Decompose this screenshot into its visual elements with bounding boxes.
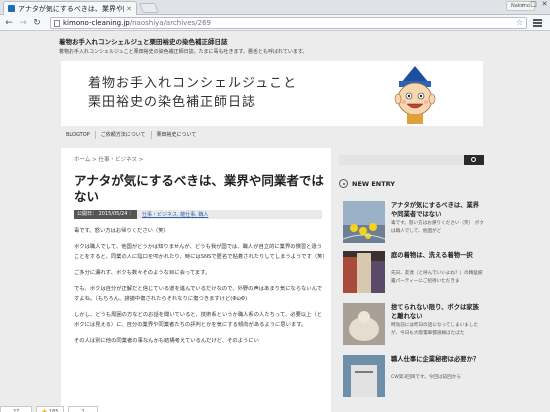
search-icon xyxy=(471,157,476,162)
address-bar[interactable]: kimono-cleaning.jp /naoshiya/archives/26… xyxy=(50,17,527,29)
bookmark-count-button[interactable]: 2 xyxy=(68,406,98,412)
article-paragraph: しかし、どうも周囲の方などのお話を聞いていると、技術系というか職人系の人たちって… xyxy=(74,312,323,328)
entry-excerpt: 時効前には昨日の話になってしまいましたが、今日も大阪電車都道線ばたばた xyxy=(391,323,479,336)
banner-line-1: 着物お手入れコンシェルジュこと xyxy=(88,76,298,91)
tab-bar: アナタが気にするべきは、業界や同業者 ✕ Nakano ‒ □ ✕ xyxy=(0,0,550,15)
entry-thumbnail[interactable] xyxy=(343,201,385,243)
share-count-button[interactable]: 27 xyxy=(0,406,32,412)
search-input[interactable] xyxy=(339,155,464,165)
sidebar: NEW ENTRY アナタが気にするべきは、業界や同業者ではない 毒です。怒い方… xyxy=(339,148,484,412)
like-button[interactable]: 👍 185 xyxy=(36,406,64,412)
mascot-illustration xyxy=(394,66,436,124)
reload-icon[interactable]: ↻ xyxy=(31,17,43,29)
article-paragraph: 毒です。怒い方はお帰りください（笑） xyxy=(74,228,169,234)
entry-title[interactable]: 捨てられない限り、ボクは家族と離れない xyxy=(391,303,485,321)
close-window-icon[interactable]: ✕ xyxy=(538,0,550,10)
article-meta: 公開日： 2015/05/24 ： 仕事・ビジネス, 雑仕事, 職人 xyxy=(74,210,322,219)
article-body: 毒です。怒い方はお帰りください（笑） ボクは職人でして、他国がどうかは知りません… xyxy=(74,226,328,352)
site-favicon-icon xyxy=(8,5,15,12)
new-entry-heading: NEW ENTRY xyxy=(339,179,395,188)
entry-title[interactable]: アナタが気にするべきは、業界や同業者ではない xyxy=(391,201,485,219)
menu-icon[interactable] xyxy=(533,19,542,27)
entry-item[interactable]: 庭の着物は、洗える着物一択 先日、友達（と呼んでいいよね？）の精猛披露パーティー… xyxy=(343,251,484,293)
article-paragraph: ボクは職人でして、他国がどうかは知りませんが、どうも我が国では、職人が自立的に業… xyxy=(74,244,328,260)
new-tab-button[interactable] xyxy=(139,3,159,13)
entry-excerpt: CW第3回目です。今回は前回から xyxy=(391,375,461,380)
entry-title[interactable]: 庭の着物は、洗える着物一択 xyxy=(391,251,485,260)
social-share-bar: 27 👍 185 2 xyxy=(0,406,102,412)
publish-date: 公開日： 2015/05/24 ： xyxy=(74,210,137,219)
article-paragraph: でも、ボクは自分が正解だと信じている道を進んでいるだけなので、外野の声はあまり気… xyxy=(74,286,323,302)
entry-item[interactable]: アナタが気にするべきは、業界や同業者ではない 毒です。怒い方はお帰りください（笑… xyxy=(343,201,484,243)
banner-line-2: 栗田裕史の染色補正師日誌 xyxy=(88,95,257,110)
bullet-circle-icon xyxy=(339,179,348,188)
breadcrumb[interactable]: ホーム > 仕事・ビジネス > xyxy=(74,155,143,163)
entry-title[interactable]: 職人仕事に企業秘密は必要か？ xyxy=(391,355,485,364)
url-path: /naoshiya/archives/269 xyxy=(129,19,211,27)
page-icon xyxy=(54,19,60,27)
article-panel: ホーム > 仕事・ビジネス > アナタが気にするべきは、業界や同業者ではない 公… xyxy=(61,148,331,412)
article-title: アナタが気にするべきは、業界や同業者ではない xyxy=(74,173,324,204)
bookmark-star-icon[interactable]: ☆ xyxy=(516,18,523,28)
nav-item-request[interactable]: ご依頼方法について xyxy=(96,131,152,139)
nav-item-about[interactable]: 栗田裕史について xyxy=(152,131,202,139)
category-links[interactable]: 仕事・ビジネス, 雑仕事, 職人 xyxy=(142,211,208,218)
tab-title: アナタが気にするべきは、業界や同業者 xyxy=(18,4,124,13)
entry-item[interactable]: 捨てられない限り、ボクは家族と離れない 時効前には昨日の話になってしまいましたが… xyxy=(343,303,484,345)
site-title[interactable]: 着物お手入れコンシェルジュと栗田裕史の染色補正師日誌 xyxy=(59,36,228,46)
close-tab-icon[interactable]: ✕ xyxy=(126,5,132,13)
header-banner[interactable]: 着物お手入れコンシェルジュこと 栗田裕史の染色補正師日誌 xyxy=(61,61,483,126)
article-paragraph: ご多分に漏れず、ボクも数々そのような目に会ってます。 xyxy=(74,270,211,276)
global-nav: BLOGTOP ご依頼方法について 栗田裕史について xyxy=(61,128,483,142)
back-icon[interactable]: ← xyxy=(3,17,15,29)
nav-item-blogtop[interactable]: BLOGTOP xyxy=(61,131,96,139)
browser-toolbar: ← → ↻ kimono-cleaning.jp /naoshiya/archi… xyxy=(0,15,550,31)
browser-tab[interactable]: アナタが気にするべきは、業界や同業者 ✕ xyxy=(3,1,137,15)
web-page: 着物お手入れコンシェルジュと栗田裕史の染色補正師日誌 着物お手入れコンシェルジュ… xyxy=(0,31,550,412)
entry-excerpt: 毒です。怒い方はお帰りください（笑） ボクは職人でして、他国がど xyxy=(391,221,484,234)
entry-thumbnail[interactable] xyxy=(343,355,385,397)
entry-thumbnail[interactable] xyxy=(343,303,385,345)
entry-thumbnail[interactable] xyxy=(343,251,385,293)
entry-item[interactable]: 職人仕事に企業秘密は必要か？ CW第3回目です。今回は前回から xyxy=(343,355,484,397)
search-button[interactable] xyxy=(464,155,484,165)
article-paragraph: その人は別に他の同業者の事なんかも結構考えているんだけど、そのようにい xyxy=(74,338,259,344)
url-domain: kimono-cleaning.jp xyxy=(63,19,130,27)
entry-excerpt: 先日、友達（と呼んでいいよね？）の精猛披露パーティーにご招待いただきま xyxy=(391,271,483,284)
forward-icon[interactable]: → xyxy=(17,17,29,29)
new-entry-label: NEW ENTRY xyxy=(352,179,395,188)
site-description: 着物お手入れコンシェルジュこと栗田裕史の染色補正師日誌。たまに毒も吐きます。悪舌… xyxy=(59,49,308,55)
